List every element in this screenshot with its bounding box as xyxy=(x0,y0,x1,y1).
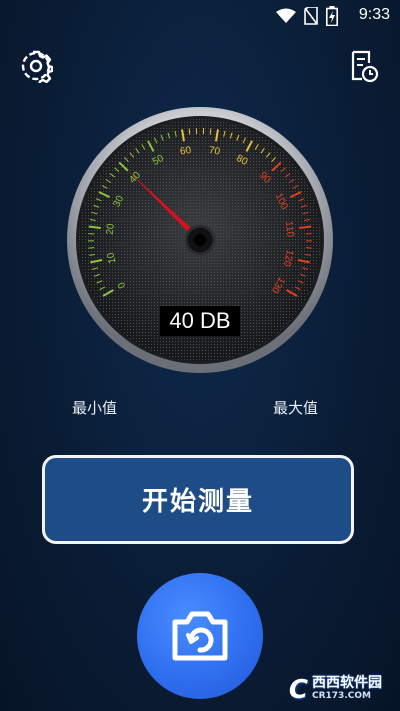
wifi-icon xyxy=(276,8,296,23)
watermark-brand: 西西软件园 xyxy=(312,675,382,691)
site-watermark: C 西西软件园 CR173.COM xyxy=(289,675,382,705)
gauge-tick xyxy=(188,128,191,135)
max-value-label: 最大值 xyxy=(273,399,319,417)
gauge-scale-label: 60 xyxy=(179,145,192,158)
camera-rotate-icon xyxy=(172,611,228,661)
no-sim-icon xyxy=(304,7,318,25)
min-value-label: 最小值 xyxy=(72,399,118,417)
status-icons xyxy=(276,6,338,26)
start-measure-label: 开始测量 xyxy=(141,487,254,517)
gear-icon xyxy=(21,50,53,83)
status-bar: 9:33 xyxy=(0,0,400,34)
gauge-scale-label: 110 xyxy=(283,221,296,239)
history-button[interactable] xyxy=(344,46,384,86)
battery-charging-icon xyxy=(326,6,338,26)
document-clock-icon xyxy=(351,50,379,83)
status-time: 9:33 xyxy=(358,6,390,23)
start-measure-button[interactable]: 开始测量 xyxy=(42,455,354,544)
camera-button[interactable] xyxy=(137,573,263,699)
settings-button[interactable] xyxy=(16,46,56,86)
gauge-tick xyxy=(209,128,212,135)
gauge-scale-label: 20 xyxy=(105,223,117,236)
gauge-scale-label: 70 xyxy=(208,145,221,158)
watermark-site: CR173.COM xyxy=(312,691,371,701)
watermark-logo-icon: C xyxy=(288,675,308,705)
decibel-readout: 40 DB xyxy=(160,306,240,336)
